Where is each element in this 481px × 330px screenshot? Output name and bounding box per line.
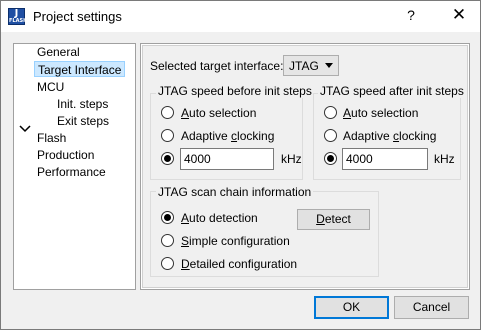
speed-before-input[interactable]: 4000 [180,148,274,170]
jlink-app-icon: J FLASH [8,8,28,25]
tree-item-flash[interactable]: Flash [37,130,66,146]
close-button[interactable]: ✕ [444,5,474,27]
detect-button[interactable]: Detect [297,209,370,230]
dropdown-arrow-icon [325,63,333,68]
tree-item-exit-steps[interactable]: Exit steps [57,113,109,129]
panel-content: Selected target interface: JTAG JTAG spe… [142,45,468,288]
app-icon-subtext: FLASH [9,18,28,24]
speed-before-auto-radio[interactable] [161,106,174,119]
title-bar: J FLASH Project settings ? ✕ [1,1,480,32]
speed-before-unit: kHz [281,152,302,166]
scan-chain-auto-label[interactable]: Auto detection [181,211,258,225]
target-interface-label: Selected target interface: [150,59,284,73]
tree-item-mcu[interactable]: MCU [37,79,64,95]
speed-after-auto-radio[interactable] [324,106,337,119]
speed-after-adaptive-radio[interactable] [324,129,337,142]
scan-chain-simple-label[interactable]: Simple configuration [181,234,290,248]
target-interface-value: JTAG [289,59,319,73]
settings-tree: General Target Interface MCU Init. steps… [13,43,136,290]
tree-item-init-steps[interactable]: Init. steps [57,96,108,112]
chevron-down-icon[interactable] [19,124,31,134]
target-interface-panel: Selected target interface: JTAG JTAG spe… [140,43,470,290]
tree-item-target-interface[interactable]: Target Interface [34,61,126,77]
speed-before-auto-label[interactable]: Auto selection [181,106,256,120]
tree-item-production[interactable]: Production [37,147,94,163]
speed-after-adaptive-label[interactable]: Adaptive clocking [343,129,436,143]
speed-before-adaptive-label[interactable]: Adaptive clocking [181,129,274,143]
target-interface-select[interactable]: JTAG [283,55,339,76]
speed-before-adaptive-radio[interactable] [161,129,174,142]
speed-after-title: JTAG speed after init steps [318,84,466,98]
scan-chain-auto-radio[interactable] [161,211,174,224]
scan-chain-title: JTAG scan chain information [156,185,314,199]
help-button[interactable]: ? [399,7,423,27]
speed-before-custom-radio[interactable] [161,152,174,165]
speed-after-unit: kHz [434,152,455,166]
project-settings-dialog: J FLASH Project settings ? ✕ General Tar… [0,0,481,330]
speed-after-auto-label[interactable]: Auto selection [343,106,418,120]
window-title: Project settings [33,9,122,24]
speed-before-title: JTAG speed before init steps [156,84,314,98]
scan-chain-simple-radio[interactable] [161,234,174,247]
ok-button[interactable]: OK [314,296,389,319]
tree-item-performance[interactable]: Performance [37,164,106,180]
speed-after-custom-radio[interactable] [324,152,337,165]
scan-chain-detailed-radio[interactable] [161,257,174,270]
scan-chain-detailed-label[interactable]: Detailed configuration [181,257,297,271]
tree-item-general[interactable]: General [37,44,80,60]
cancel-button[interactable]: Cancel [394,296,469,319]
speed-after-input[interactable]: 4000 [342,148,428,170]
